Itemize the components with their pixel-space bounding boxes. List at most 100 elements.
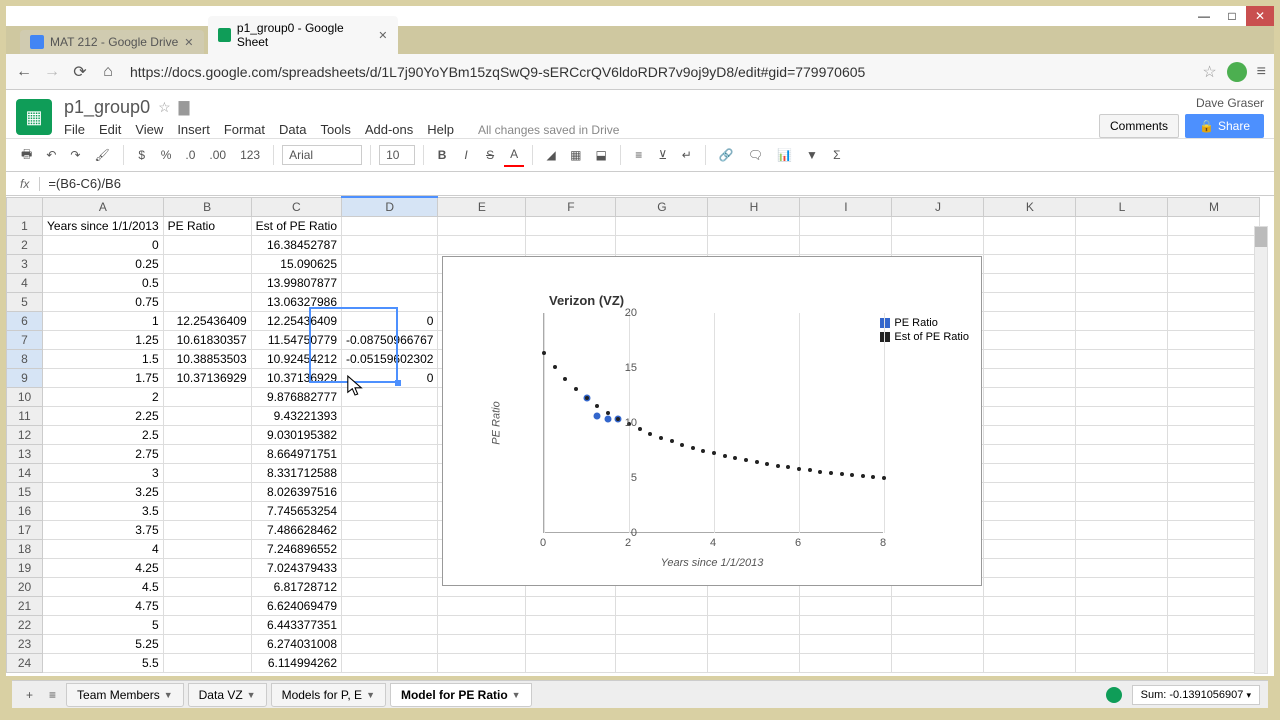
cell-C7[interactable]: 11.54750779 — [251, 331, 341, 350]
cell-K22[interactable] — [984, 616, 1076, 635]
cell-K1[interactable] — [984, 217, 1076, 236]
cell-M14[interactable] — [1168, 464, 1260, 483]
row-header-15[interactable]: 15 — [7, 483, 43, 502]
cell-C1[interactable]: Est of PE Ratio — [251, 217, 341, 236]
col-header-A[interactable]: A — [43, 197, 164, 217]
cell-K10[interactable] — [984, 388, 1076, 407]
cell-B21[interactable] — [163, 597, 251, 616]
functions-icon[interactable]: Σ — [827, 144, 847, 166]
cell-L2[interactable] — [1076, 236, 1168, 255]
cell-K15[interactable] — [984, 483, 1076, 502]
cell-L4[interactable] — [1076, 274, 1168, 293]
cell-C18[interactable]: 7.246896552 — [251, 540, 341, 559]
font-select[interactable]: Arial — [282, 145, 362, 165]
forward-button[interactable]: → — [42, 62, 62, 82]
cell-K17[interactable] — [984, 521, 1076, 540]
sum-display[interactable]: Sum: -0.1391056907 ▾ — [1132, 685, 1260, 705]
row-header-21[interactable]: 21 — [7, 597, 43, 616]
cell-C4[interactable]: 13.99807877 — [251, 274, 341, 293]
cell-K9[interactable] — [984, 369, 1076, 388]
bold-icon[interactable]: B — [432, 144, 452, 166]
cell-M2[interactable] — [1168, 236, 1260, 255]
row-header-18[interactable]: 18 — [7, 540, 43, 559]
col-header-D[interactable]: D — [342, 197, 438, 217]
cell-C14[interactable]: 8.331712588 — [251, 464, 341, 483]
row-header-14[interactable]: 14 — [7, 464, 43, 483]
menu-data[interactable]: Data — [279, 122, 306, 137]
all-sheets-button[interactable]: ≡ — [43, 684, 62, 706]
sheet-tab[interactable]: Models for P, E▼ — [271, 683, 386, 707]
row-header-20[interactable]: 20 — [7, 578, 43, 597]
cell-B1[interactable]: PE Ratio — [163, 217, 251, 236]
row-header-3[interactable]: 3 — [7, 255, 43, 274]
cell-A15[interactable]: 3.25 — [43, 483, 164, 502]
cell-L21[interactable] — [1076, 597, 1168, 616]
cell-M13[interactable] — [1168, 445, 1260, 464]
back-button[interactable]: ← — [14, 62, 34, 82]
cell-K11[interactable] — [984, 407, 1076, 426]
cell-H22[interactable] — [708, 616, 800, 635]
cell-M12[interactable] — [1168, 426, 1260, 445]
cell-A16[interactable]: 3.5 — [43, 502, 164, 521]
menu-format[interactable]: Format — [224, 122, 265, 137]
cell-K20[interactable] — [984, 578, 1076, 597]
bookmark-icon[interactable]: ☆ — [1202, 62, 1216, 82]
doc-title[interactable]: p1_group0 — [64, 97, 150, 118]
cell-G2[interactable] — [616, 236, 708, 255]
cell-D10[interactable] — [342, 388, 438, 407]
cell-L13[interactable] — [1076, 445, 1168, 464]
maximize-button[interactable]: □ — [1218, 6, 1246, 26]
cell-D11[interactable] — [342, 407, 438, 426]
valign-icon[interactable]: ⊻ — [653, 144, 673, 166]
cell-A5[interactable]: 0.75 — [43, 293, 164, 312]
cell-C22[interactable]: 6.443377351 — [251, 616, 341, 635]
cell-A10[interactable]: 2 — [43, 388, 164, 407]
close-icon[interactable]: ✕ — [378, 29, 387, 42]
fill-handle[interactable] — [395, 380, 401, 386]
menu-view[interactable]: View — [135, 122, 163, 137]
cell-B16[interactable] — [163, 502, 251, 521]
menu-help[interactable]: Help — [427, 122, 454, 137]
cell-C13[interactable]: 8.664971751 — [251, 445, 341, 464]
cell-C12[interactable]: 9.030195382 — [251, 426, 341, 445]
cell-B7[interactable]: 10.61830357 — [163, 331, 251, 350]
cell-K4[interactable] — [984, 274, 1076, 293]
cell-L8[interactable] — [1076, 350, 1168, 369]
menu-insert[interactable]: Insert — [177, 122, 210, 137]
menu-tools[interactable]: Tools — [320, 122, 350, 137]
cell-M4[interactable] — [1168, 274, 1260, 293]
cell-B18[interactable] — [163, 540, 251, 559]
cell-D3[interactable] — [342, 255, 438, 274]
halign-icon[interactable]: ≡ — [629, 144, 649, 166]
cell-G1[interactable] — [616, 217, 708, 236]
cell-D6[interactable]: 0 — [342, 312, 438, 331]
cell-C11[interactable]: 9.43221393 — [251, 407, 341, 426]
cell-L24[interactable] — [1076, 654, 1168, 673]
formula-input[interactable]: =(B6-C6)/B6 — [40, 176, 1270, 191]
cell-K5[interactable] — [984, 293, 1076, 312]
decimal-decrease-icon[interactable]: .0 — [180, 144, 200, 166]
cell-L20[interactable] — [1076, 578, 1168, 597]
cell-A12[interactable]: 2.5 — [43, 426, 164, 445]
font-size-select[interactable]: 10 — [379, 145, 415, 165]
cell-B22[interactable] — [163, 616, 251, 635]
cell-K3[interactable] — [984, 255, 1076, 274]
cell-E23[interactable] — [438, 635, 526, 654]
cell-D2[interactable] — [342, 236, 438, 255]
cell-C23[interactable]: 6.274031008 — [251, 635, 341, 654]
col-header-B[interactable]: B — [163, 197, 251, 217]
undo-icon[interactable]: ↶ — [41, 144, 61, 166]
row-header-19[interactable]: 19 — [7, 559, 43, 578]
cell-M9[interactable] — [1168, 369, 1260, 388]
row-header-9[interactable]: 9 — [7, 369, 43, 388]
cell-A6[interactable]: 1 — [43, 312, 164, 331]
menu-addons[interactable]: Add-ons — [365, 122, 413, 137]
cell-C3[interactable]: 15.090625 — [251, 255, 341, 274]
cell-J2[interactable] — [892, 236, 984, 255]
cell-L7[interactable] — [1076, 331, 1168, 350]
cell-L18[interactable] — [1076, 540, 1168, 559]
row-header-10[interactable]: 10 — [7, 388, 43, 407]
comments-button[interactable]: Comments — [1099, 114, 1179, 138]
close-button[interactable]: ✕ — [1246, 6, 1274, 26]
menu-icon[interactable]: ≡ — [1257, 63, 1266, 81]
